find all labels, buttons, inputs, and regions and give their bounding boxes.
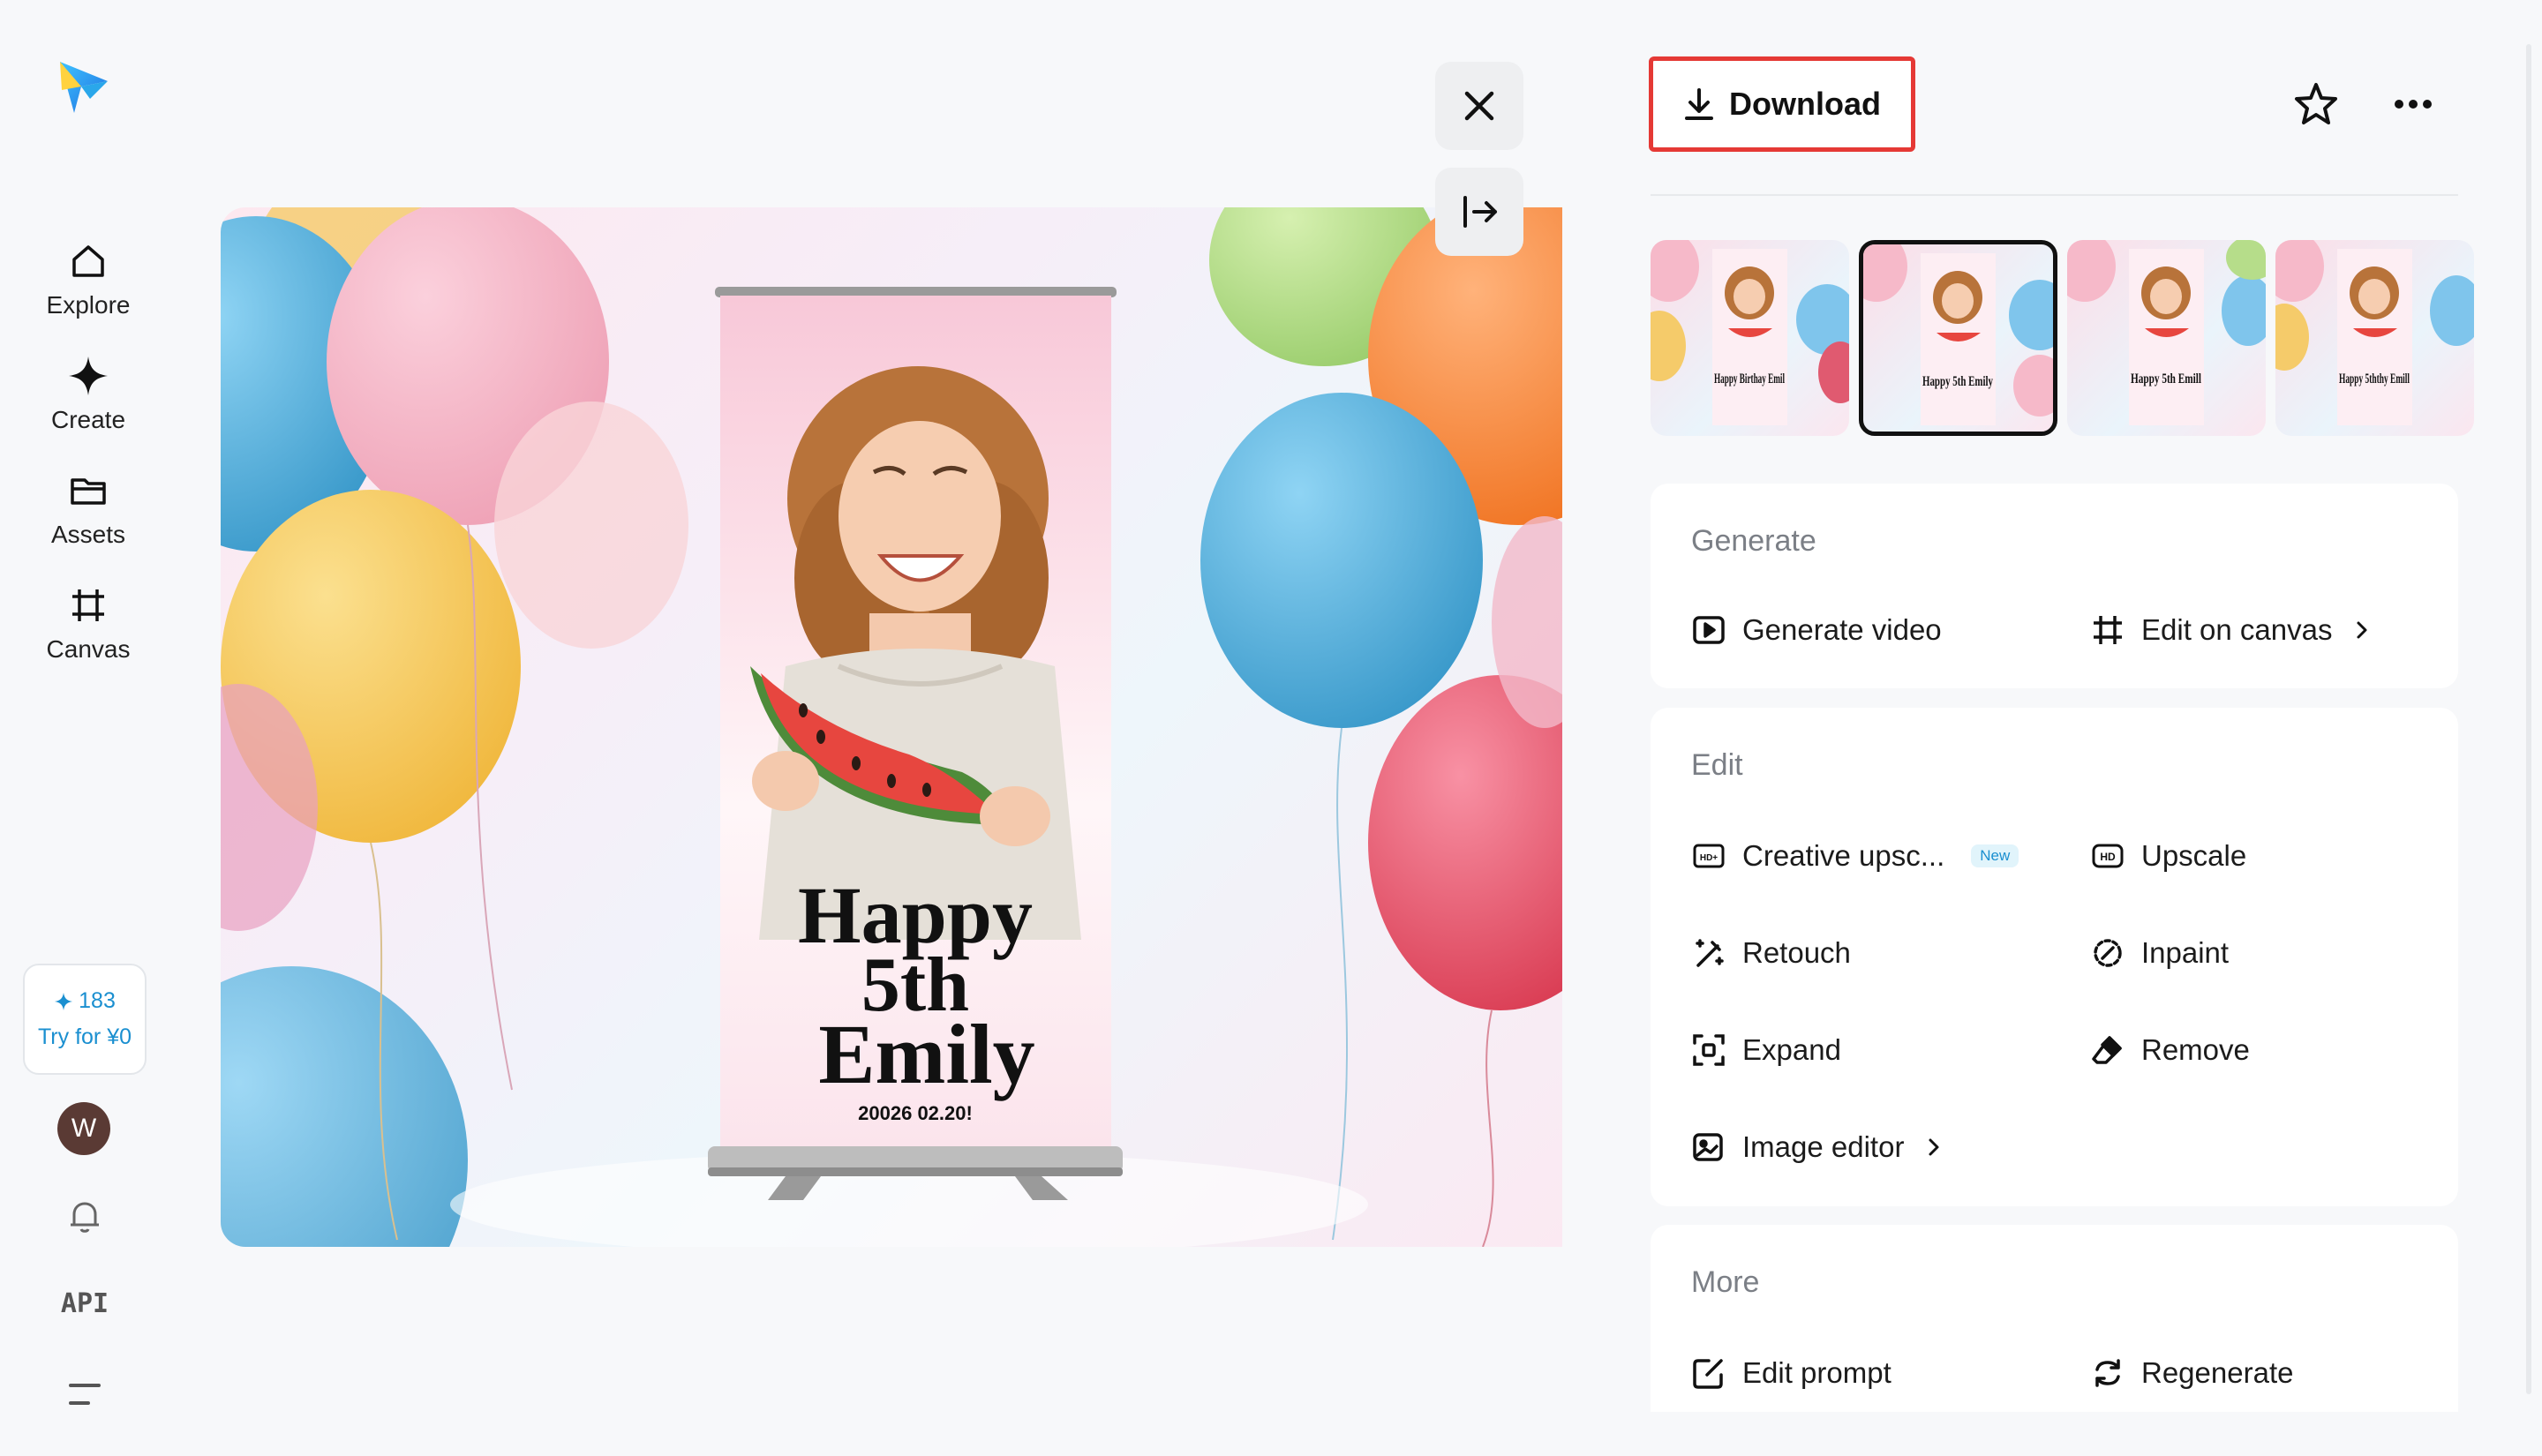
- thumbnail-2[interactable]: Happy 5th Emily: [1859, 240, 2057, 436]
- edit-on-canvas-button[interactable]: Edit on canvas: [2090, 612, 2373, 648]
- sparkle-icon: [69, 356, 108, 395]
- edit-prompt-label: Edit prompt: [1742, 1356, 1891, 1389]
- generate-video-button[interactable]: Generate video: [1691, 612, 1942, 648]
- expand-icon: [1693, 1034, 1725, 1066]
- thumbnail-caption: Happy 5ththy Emill: [2339, 372, 2410, 387]
- more-card: More Edit prompt Regenerate: [1651, 1225, 2458, 1412]
- expand-button[interactable]: Expand: [1691, 1032, 1841, 1068]
- poster-date: 20026 02.20!: [858, 1102, 973, 1124]
- image-edit-icon: [1693, 1133, 1723, 1161]
- left-sidebar: Explore Create Assets Canvas 183 Try for…: [0, 0, 177, 1456]
- thumbnail-image: Happy Birthay Emil: [1651, 240, 1849, 425]
- regenerate-button[interactable]: Regenerate: [2090, 1355, 2293, 1391]
- image-editor-label: Image editor: [1742, 1130, 1905, 1163]
- refresh-icon: [2095, 1359, 2120, 1387]
- generated-image[interactable]: Happy 5th Emily 20026 02.20!: [221, 207, 1562, 1247]
- nav-create-label: Create: [50, 406, 126, 433]
- hd-plus-icon: HD+: [1693, 844, 1725, 868]
- remove-button[interactable]: Remove: [2090, 1032, 2250, 1068]
- inpaint-icon: [2094, 939, 2122, 967]
- thumbnail-caption: Happy 5th Emily: [1922, 374, 1993, 389]
- new-badge: New: [1971, 844, 2019, 867]
- chevron-right-icon: [1929, 1138, 1939, 1156]
- edit-title: Edit: [1691, 748, 1743, 782]
- thumbnail-3[interactable]: Happy 5th Emill: [2067, 240, 2266, 436]
- nav-assets-label: Assets: [50, 521, 126, 548]
- sparkle-icon: [55, 992, 73, 1010]
- generate-title: Generate: [1691, 524, 1816, 558]
- image-editor-button[interactable]: Image editor: [1691, 1130, 1944, 1165]
- panel-divider: [1651, 194, 2458, 196]
- nav-explore-label: Explore: [46, 291, 131, 319]
- app-logo[interactable]: [51, 55, 115, 118]
- remove-label: Remove: [2141, 1033, 2250, 1066]
- upscale-label: Upscale: [2141, 839, 2247, 872]
- hd-icon: HD: [2092, 844, 2124, 868]
- nav-canvas[interactable]: Canvas: [18, 584, 159, 683]
- close-icon: [1464, 91, 1494, 121]
- image-illustration: Happy 5th Emily 20026 02.20!: [221, 207, 1562, 1247]
- download-button[interactable]: Download: [1649, 56, 1915, 152]
- thumbnail-4[interactable]: Happy 5ththy Emill: [2275, 240, 2474, 436]
- download-label: Download: [1729, 86, 1881, 122]
- thumbnail-1[interactable]: Happy Birthay Emil: [1651, 240, 1849, 436]
- edit-on-canvas-label: Edit on canvas: [2141, 613, 2333, 646]
- thumbnail-caption: Happy 5th Emill: [2131, 372, 2201, 387]
- creative-upscale-button[interactable]: HD+ Creative upsc... New: [1691, 838, 2019, 874]
- edit-prompt-button[interactable]: Edit prompt: [1691, 1355, 1891, 1391]
- upscale-button[interactable]: HD Upscale: [2090, 838, 2246, 874]
- thumbnail-caption: Happy Birthay Emil: [1714, 372, 1785, 387]
- bell-icon[interactable]: [65, 1197, 104, 1235]
- nav-assets[interactable]: Assets: [18, 469, 159, 568]
- home-icon: [72, 245, 104, 277]
- edit-card: Edit HD+ Creative upsc... New HD Upscale…: [1651, 708, 2458, 1206]
- crop-icon: [2094, 616, 2122, 644]
- thumbnail-image: Happy 5ththy Emill: [2275, 240, 2474, 425]
- more-title: More: [1691, 1265, 1760, 1299]
- star-icon[interactable]: [2293, 81, 2339, 127]
- panel-scrollbar[interactable]: [2526, 44, 2531, 1394]
- chevron-right-icon: [2357, 621, 2367, 639]
- creative-upscale-label: Creative upsc...: [1742, 839, 1945, 872]
- retouch-button[interactable]: Retouch: [1691, 935, 1851, 971]
- trial-link[interactable]: Try for ¥0: [38, 1024, 132, 1050]
- nav-explore[interactable]: Explore: [18, 240, 159, 339]
- svg-text:HD: HD: [2100, 851, 2116, 863]
- poster-line3: Emily: [818, 1007, 1034, 1101]
- generate-video-label: Generate video: [1742, 613, 1942, 646]
- eraser-icon: [2092, 1036, 2122, 1064]
- more-options-icon[interactable]: [2390, 81, 2436, 127]
- folder-icon: [71, 478, 106, 505]
- svg-text:HD+: HD+: [1700, 853, 1718, 863]
- download-icon: [1685, 88, 1713, 120]
- toggle-panel-button[interactable]: [1435, 168, 1523, 256]
- nav-canvas-label: Canvas: [46, 635, 131, 663]
- crop-icon: [72, 589, 104, 621]
- inpaint-button[interactable]: Inpaint: [2090, 935, 2229, 971]
- thumbnail-image: Happy 5th Emill: [2067, 240, 2266, 425]
- inpaint-label: Inpaint: [2141, 936, 2230, 969]
- api-link[interactable]: API: [53, 1288, 117, 1319]
- edit-square-icon: [1693, 1359, 1723, 1389]
- expand-label: Expand: [1742, 1033, 1841, 1066]
- thumbnail-image: Happy 5th Emily: [1863, 244, 2053, 425]
- retouch-label: Retouch: [1742, 936, 1851, 969]
- arrow-right-to-line-icon: [1463, 196, 1497, 228]
- credits-row: 183: [54, 988, 116, 1014]
- generate-card: Generate Generate video Edit on canvas: [1651, 484, 2458, 688]
- regenerate-label: Regenerate: [2141, 1356, 2294, 1389]
- credits-box[interactable]: 183 Try for ¥0: [23, 964, 147, 1075]
- magic-wand-icon: [1696, 939, 1724, 967]
- menu-icon[interactable]: [65, 1378, 104, 1410]
- avatar[interactable]: W: [57, 1102, 110, 1155]
- credits-count: 183: [79, 988, 116, 1013]
- video-play-icon: [1693, 616, 1725, 644]
- nav-create[interactable]: Create: [18, 355, 159, 454]
- close-button[interactable]: [1435, 62, 1523, 150]
